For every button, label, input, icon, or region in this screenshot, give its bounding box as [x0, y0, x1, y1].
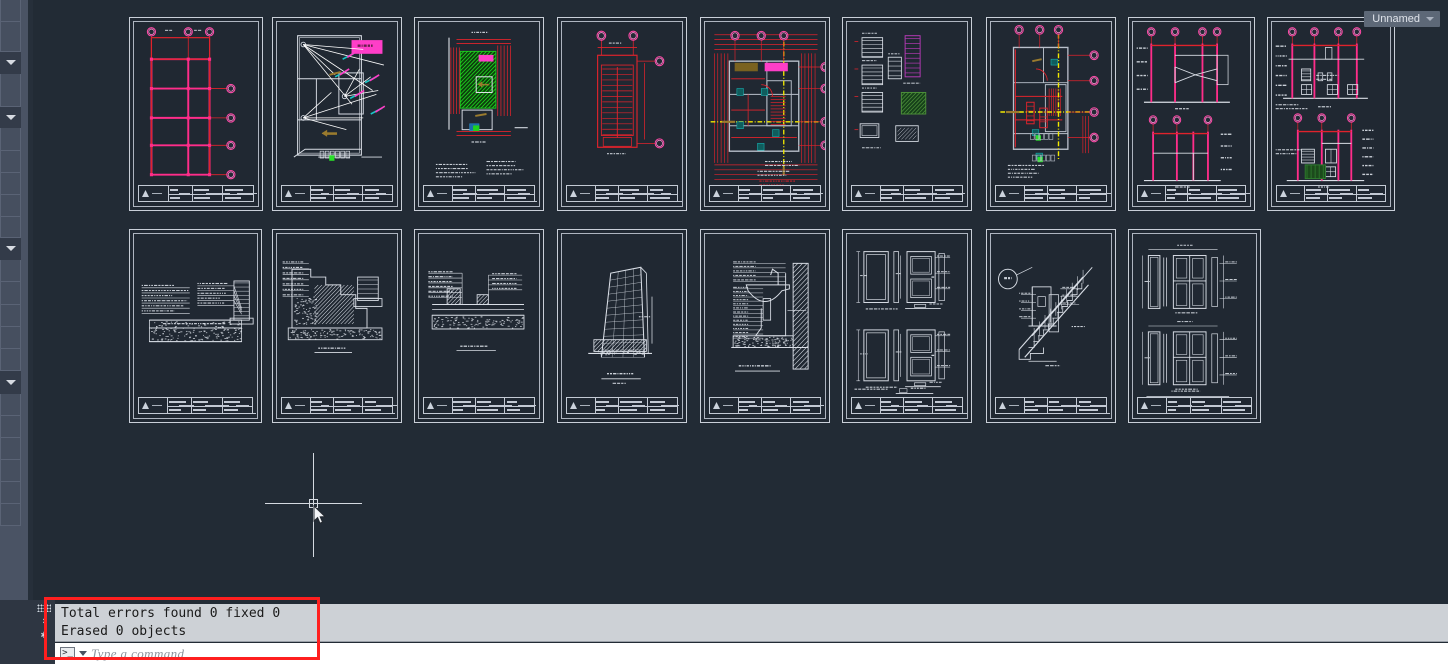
ribbon-panel-item-6[interactable]	[0, 151, 21, 173]
ribbon-panel-item-17[interactable]	[0, 394, 21, 416]
command-line-drag-handle[interactable]: › ✱	[33, 600, 55, 664]
chevron-down-icon[interactable]	[6, 246, 16, 251]
left-ribbon-strip	[0, 0, 28, 664]
command-input-row[interactable]: >_ Type a command	[55, 643, 1448, 664]
ribbon-panel-item-15[interactable]	[0, 349, 21, 371]
layout-name-label: Unnamed	[1372, 11, 1420, 27]
ribbon-panel-item-1[interactable]	[0, 22, 21, 52]
ribbon-panel-item-13[interactable]	[0, 305, 21, 327]
ribbon-panel-item-0[interactable]	[0, 0, 21, 22]
cad-application-window: Unnamed › ✱ Total errors found 0 fixed 0…	[0, 0, 1448, 664]
ribbon-divider	[21, 0, 28, 664]
ribbon-panel-item-21[interactable]	[0, 482, 21, 504]
crosshair-cursor	[33, 0, 1448, 664]
ribbon-panel-item-3[interactable]	[0, 74, 21, 107]
wrench-icon[interactable]: ✱	[41, 629, 48, 640]
ribbon-panel-item-7[interactable]	[0, 173, 21, 195]
command-line-region: › ✱ Total errors found 0 fixed 0 Erased …	[33, 600, 1448, 664]
ribbon-panel-item-8[interactable]	[0, 195, 21, 217]
chevron-down-icon[interactable]	[6, 115, 16, 120]
chevron-down-icon[interactable]	[79, 651, 87, 656]
command-input-placeholder[interactable]: Type a command	[91, 646, 184, 662]
ribbon-panel-item-19[interactable]	[0, 438, 21, 460]
ribbon-panel-header-16[interactable]	[0, 371, 21, 394]
command-history-output: Total errors found 0 fixed 0 Erased 0 ob…	[55, 604, 1448, 642]
ribbon-panel-header-10[interactable]	[0, 238, 21, 260]
chevron-down-icon[interactable]	[6, 60, 16, 65]
layout-name-chip[interactable]: Unnamed	[1364, 11, 1440, 27]
chevron-right-icon[interactable]: ›	[41, 615, 48, 626]
ribbon-panel-item-11[interactable]	[0, 260, 21, 282]
command-history-line: Erased 0 objects	[61, 623, 1448, 641]
ribbon-panel-item-9[interactable]	[0, 217, 21, 238]
ribbon-panel-item-12[interactable]	[0, 282, 21, 305]
command-line-backdrop	[0, 600, 33, 664]
ribbon-panel-item-18[interactable]	[0, 416, 21, 438]
ribbon-panel-item-5[interactable]	[0, 128, 21, 151]
chevron-down-icon[interactable]	[6, 380, 16, 385]
command-prompt-icon[interactable]: >_	[60, 647, 75, 660]
ribbon-panel-item-14[interactable]	[0, 327, 21, 349]
drawing-canvas[interactable]: Unnamed	[33, 0, 1448, 664]
chevron-down-icon[interactable]	[1426, 17, 1434, 21]
mouse-pointer-icon	[313, 505, 327, 525]
ribbon-panel-item-22[interactable]	[0, 504, 21, 526]
command-history-line: Total errors found 0 fixed 0	[61, 605, 1448, 623]
ribbon-panel-header-4[interactable]	[0, 107, 21, 128]
left-ribbon-rows	[0, 0, 21, 526]
drag-grip-icon[interactable]	[37, 604, 51, 612]
ribbon-panel-header-2[interactable]	[0, 52, 21, 74]
ribbon-panel-item-20[interactable]	[0, 460, 21, 482]
